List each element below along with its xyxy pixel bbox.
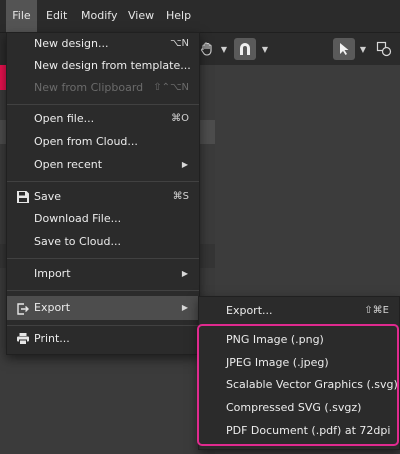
menu-item-download-file[interactable]: Download File...	[7, 208, 199, 230]
chevron-right-icon: ▶	[181, 269, 188, 278]
menubar: File Edit Modify View Help	[0, 0, 400, 32]
menu-separator	[7, 258, 199, 259]
chevron-down-icon[interactable]: ▼	[219, 41, 229, 57]
hand-tool-icon[interactable]	[198, 39, 216, 59]
menu-separator	[7, 104, 199, 105]
floppy-disk-icon	[16, 190, 30, 204]
export-icon	[16, 301, 30, 315]
menu-separator	[7, 290, 199, 291]
menu-item-save[interactable]: Save ⌘S	[7, 186, 199, 208]
menu-item-new-design[interactable]: New design... ⌥N	[7, 33, 199, 55]
menu-item-import[interactable]: Import ▶	[7, 263, 199, 285]
chevron-down-icon[interactable]: ▼	[260, 41, 270, 57]
menu-item-print[interactable]: Print...	[7, 328, 199, 350]
menu-item-open-from-cloud[interactable]: Open from Cloud...	[7, 131, 199, 153]
menu-separator	[7, 181, 199, 182]
menu-view[interactable]: View	[128, 0, 154, 32]
magnet-icon[interactable]	[234, 38, 256, 60]
menu-separator	[7, 325, 199, 326]
menu-help[interactable]: Help	[166, 0, 191, 32]
menu-item-open-recent[interactable]: Open recent ▶	[7, 154, 199, 176]
chevron-down-icon[interactable]: ▼	[358, 41, 368, 57]
menu-item-export[interactable]: Export ▶	[7, 296, 199, 320]
menu-modify[interactable]: Modify	[81, 0, 117, 32]
menu-item-open-file[interactable]: Open file... ⌘O	[7, 108, 199, 130]
chevron-right-icon: ▶	[181, 160, 188, 169]
file-menu: New design... ⌥N New design from templat…	[6, 32, 200, 355]
printer-icon	[16, 332, 30, 346]
menu-edit[interactable]: Edit	[46, 0, 67, 32]
highlight-box	[197, 324, 399, 446]
chevron-right-icon: ▶	[181, 303, 188, 312]
menu-item-new-from-clipboard[interactable]: New from Clipboard ⇧⌃⌥N	[7, 77, 199, 99]
menu-file[interactable]: File	[6, 0, 37, 32]
menu-item-new-from-template[interactable]: New design from template...	[7, 55, 199, 77]
menu-item-save-to-cloud[interactable]: Save to Cloud...	[7, 231, 199, 253]
shape-tool-icon[interactable]	[374, 39, 394, 59]
menu-item-export-dialog[interactable]: Export... ⇧⌘E	[199, 300, 399, 322]
pointer-tool-icon[interactable]	[333, 38, 355, 60]
